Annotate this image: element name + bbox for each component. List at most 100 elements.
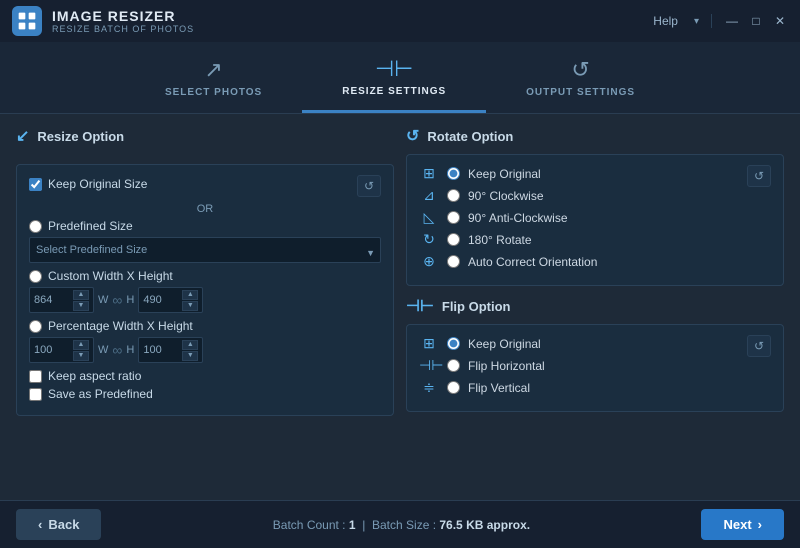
rotate-90acw-label: 90° Anti-Clockwise	[468, 211, 568, 225]
rotate-90cw-icon: ⊿	[419, 187, 439, 204]
flip-keep-icon: ⊞	[419, 335, 439, 352]
help-button[interactable]: Help	[653, 14, 678, 28]
rotate-90cw-radio[interactable]	[447, 189, 460, 202]
percent-h-input[interactable]	[143, 344, 181, 356]
resize-option-title: Resize Option	[37, 129, 124, 144]
rotate-options-list: ⊞ Keep Original ⊿ 90° Clockwise ◺	[419, 165, 597, 275]
rotate-90acw-radio[interactable]	[447, 211, 460, 224]
save-as-predefined-checkbox[interactable]	[29, 388, 42, 401]
width-input[interactable]	[34, 294, 72, 306]
next-button[interactable]: Next ›	[701, 509, 784, 540]
app-logo	[12, 6, 42, 36]
rotate-option-box: ⊞ Keep Original ⊿ 90° Clockwise ◺	[406, 154, 784, 286]
flip-vertical: ≑ Flip Vertical	[419, 379, 545, 396]
tab-bar: ↗ SELECT PHOTOS ⊣⊢ RESIZE SETTINGS ↺ OUT…	[0, 42, 800, 114]
batch-info: Batch Count : 1 | Batch Size : 76.5 KB a…	[101, 518, 701, 532]
width-down-arrow[interactable]: ▼	[73, 301, 89, 311]
keep-aspect-ratio-row: Keep aspect ratio	[29, 369, 381, 383]
height-up-arrow[interactable]: ▲	[182, 290, 198, 300]
percent-h-down-arrow[interactable]: ▼	[182, 351, 198, 361]
percent-h-spinner: ▲ ▼	[138, 337, 203, 363]
tab-resize-settings[interactable]: ⊣⊢ RESIZE SETTINGS	[302, 42, 486, 113]
percent-h-up-arrow[interactable]: ▲	[182, 340, 198, 350]
keep-original-size-row: Keep Original Size	[29, 177, 147, 191]
rotate-auto-label: Auto Correct Orientation	[468, 255, 597, 269]
width-spinner: ▲ ▼	[29, 287, 94, 313]
rotate-180-radio[interactable]	[447, 233, 460, 246]
flip-v-label: Flip Vertical	[468, 381, 530, 395]
resize-reset-button[interactable]: ↺	[357, 175, 381, 197]
resize-option-box: Keep Original Size ↺ OR Predefined Size …	[16, 164, 394, 416]
back-label: Back	[48, 517, 79, 532]
percent-w-spinner: ▲ ▼	[29, 337, 94, 363]
app-name: IMAGE RESIZER	[52, 8, 653, 24]
predefined-size-label: Predefined Size	[48, 219, 133, 233]
rotate-reset-button[interactable]: ↺	[747, 165, 771, 187]
rotate-90acw-icon: ◺	[419, 209, 439, 226]
resize-settings-icon: ⊣⊢	[375, 56, 413, 82]
resize-option-header: ↙ Resize Option	[16, 126, 394, 146]
batch-count-label: Batch Count :	[273, 518, 346, 532]
h-label: H	[126, 294, 134, 306]
save-as-predefined-row: Save as Predefined	[29, 387, 381, 401]
rotate-option-section: ↺ Rotate Option ⊞ Keep Original ⊿	[406, 126, 784, 286]
flip-h-radio[interactable]	[447, 359, 460, 372]
resize-option-icon: ↙	[16, 126, 29, 146]
height-down-arrow[interactable]: ▼	[182, 301, 198, 311]
flip-reset-button[interactable]: ↺	[747, 335, 771, 357]
percent-w-input[interactable]	[34, 344, 72, 356]
percent-h-label: H	[126, 344, 134, 356]
keep-aspect-ratio-checkbox[interactable]	[29, 370, 42, 383]
percentage-wh-label: Percentage Width X Height	[48, 319, 193, 333]
back-button[interactable]: ‹ Back	[16, 509, 101, 540]
width-arrows: ▲ ▼	[73, 290, 89, 311]
predefined-size-radio[interactable]	[29, 220, 42, 233]
custom-wh-radio[interactable]	[29, 270, 42, 283]
flip-option-title: Flip Option	[442, 299, 511, 314]
flip-option-box: ⊞ Keep Original ⊣⊢ Flip Horizontal ≑	[406, 324, 784, 412]
or-text: OR	[29, 203, 381, 215]
batch-count-value: 1	[349, 518, 356, 532]
rotate-keep-label: Keep Original	[468, 167, 541, 181]
output-settings-icon: ↺	[571, 57, 589, 83]
tab-select-photos-label: SELECT PHOTOS	[165, 87, 262, 98]
percent-w-arrows: ▲ ▼	[73, 340, 89, 361]
next-label: Next	[723, 517, 751, 532]
rotate-keep-radio[interactable]	[447, 167, 460, 180]
tab-resize-settings-label: RESIZE SETTINGS	[342, 86, 446, 97]
flip-option-icon: ⊣⊢	[406, 296, 434, 316]
minimize-button[interactable]: —	[724, 13, 740, 29]
predefined-size-select[interactable]: Select Predefined Size	[29, 237, 381, 263]
rotate-180-icon: ↻	[419, 231, 439, 248]
percent-w-up-arrow[interactable]: ▲	[73, 340, 89, 350]
flip-option-header: ⊣⊢ Flip Option	[406, 296, 784, 316]
rotate-keep-original: ⊞ Keep Original	[419, 165, 597, 182]
percentage-wh-radio[interactable]	[29, 320, 42, 333]
percent-w-down-arrow[interactable]: ▼	[73, 351, 89, 361]
tab-select-photos[interactable]: ↗ SELECT PHOTOS	[125, 42, 302, 113]
flip-horizontal: ⊣⊢ Flip Horizontal	[419, 357, 545, 374]
rotate-90acw: ◺ 90° Anti-Clockwise	[419, 209, 597, 226]
panel-left: ↙ Resize Option Keep Original Size ↺ OR …	[16, 126, 394, 488]
help-chevron: ▾	[694, 16, 699, 27]
flip-keep-radio[interactable]	[447, 337, 460, 350]
rotate-option-title: Rotate Option	[427, 129, 513, 144]
predefined-select-wrapper: Select Predefined Size ▼	[29, 237, 381, 269]
rotate-auto-correct: ⊕ Auto Correct Orientation	[419, 253, 597, 270]
title-bar: IMAGE RESIZER RESIZE BATCH OF PHOTOS Hel…	[0, 0, 800, 42]
width-up-arrow[interactable]: ▲	[73, 290, 89, 300]
maximize-button[interactable]: □	[748, 13, 764, 29]
rotate-option-header: ↺ Rotate Option	[406, 126, 784, 146]
tab-output-settings[interactable]: ↺ OUTPUT SETTINGS	[486, 42, 675, 113]
rotate-180-label: 180° Rotate	[468, 233, 532, 247]
flip-v-radio[interactable]	[447, 381, 460, 394]
close-button[interactable]: ✕	[772, 13, 788, 29]
rotate-auto-radio[interactable]	[447, 255, 460, 268]
panel-right: ↺ Rotate Option ⊞ Keep Original ⊿	[406, 126, 784, 488]
rotate-auto-icon: ⊕	[419, 253, 439, 270]
height-input[interactable]	[143, 294, 181, 306]
height-arrows: ▲ ▼	[182, 290, 198, 311]
keep-original-size-checkbox[interactable]	[29, 178, 42, 191]
rotate-180: ↻ 180° Rotate	[419, 231, 597, 248]
bottom-bar: ‹ Back Batch Count : 1 | Batch Size : 76…	[0, 500, 800, 548]
